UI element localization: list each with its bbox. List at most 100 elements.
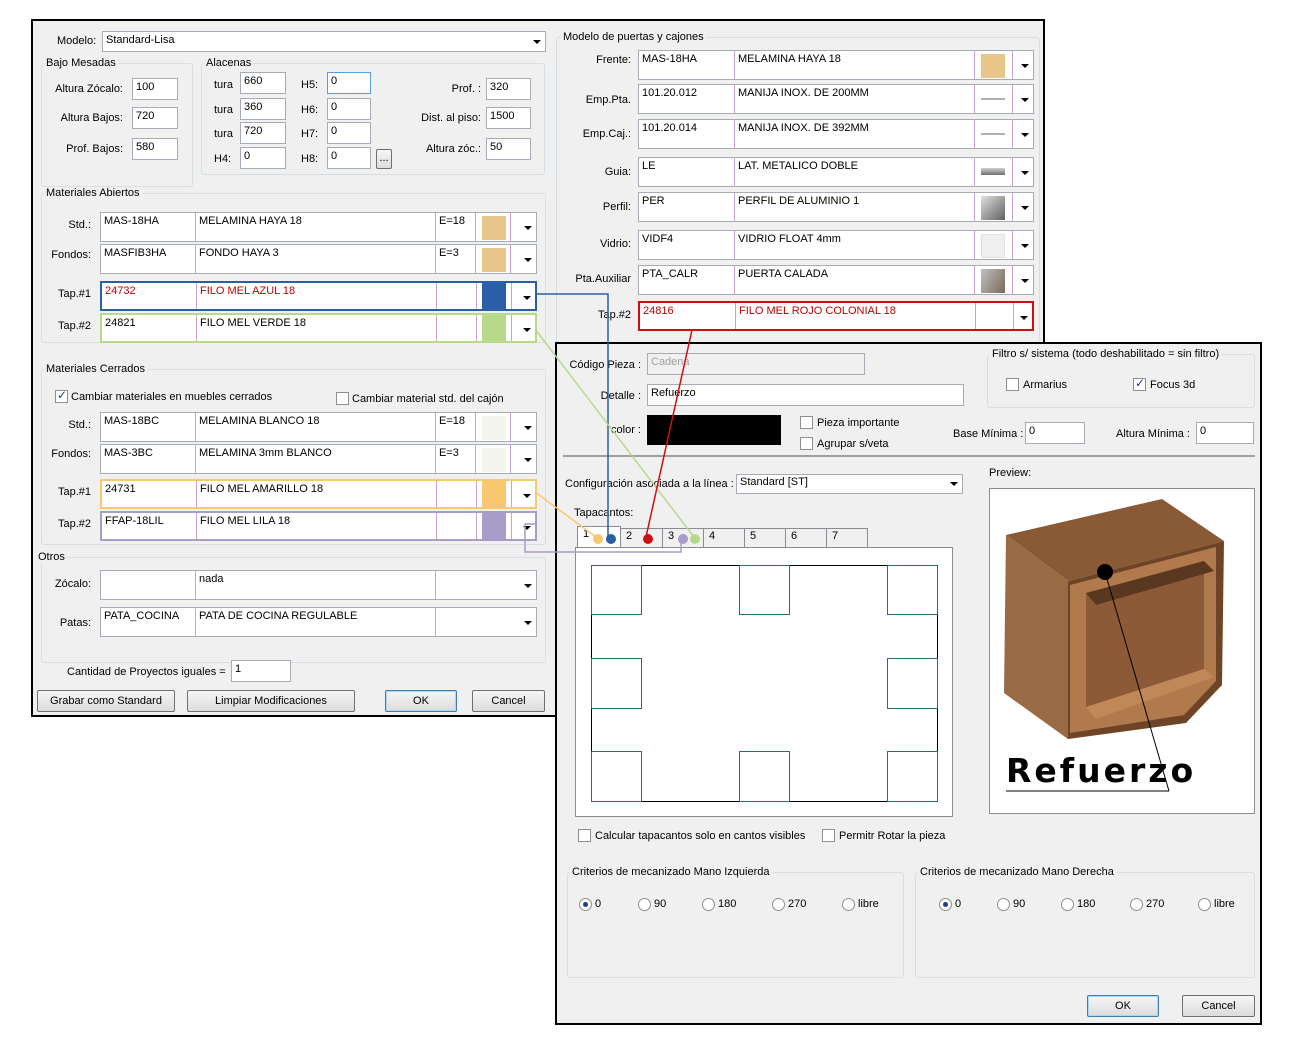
prof-input[interactable]: 320 <box>486 78 531 100</box>
detalle-input[interactable]: Refuerzo <box>647 384 964 406</box>
chevron-down-icon[interactable] <box>523 296 531 300</box>
h8-input[interactable]: 0 <box>327 147 371 169</box>
mano-izquierda-group: Criterios de mecanizado Mano Izquierda <box>567 866 904 978</box>
modelo-select[interactable]: Standard-Lisa <box>102 31 546 52</box>
tura1-input[interactable]: 660 <box>240 72 286 94</box>
tura2-input[interactable]: 360 <box>240 98 286 120</box>
abiertos-std-combo[interactable]: MAS-18HA MELAMINA HAYA 18 E=18 <box>100 212 537 242</box>
ok-button[interactable]: OK <box>385 690 457 712</box>
chevron-down-icon[interactable] <box>523 526 531 530</box>
izq-radio-libre[interactable] <box>842 898 855 911</box>
agrupar-checkbox[interactable] <box>800 437 813 450</box>
tab-5[interactable]: 5 <box>744 528 786 547</box>
calc-visible-checkbox[interactable] <box>578 829 591 842</box>
cerrados-tap1-combo[interactable]: 24731 FILO MEL AMARILLO 18 <box>100 479 537 509</box>
der-radio-180[interactable] <box>1061 898 1074 911</box>
abiertos-tap2-combo[interactable]: 24821 FILO MEL VERDE 18 <box>100 313 537 343</box>
permitir-rotar-checkbox[interactable] <box>822 829 835 842</box>
config-select[interactable]: Standard [ST] <box>736 474 963 494</box>
cerrados-std-combo[interactable]: MAS-18BC MELAMINA BLANCO 18 E=18 <box>100 412 537 442</box>
izq-radio-180[interactable] <box>702 898 715 911</box>
chevron-down-icon[interactable] <box>524 584 532 588</box>
codigo-pieza-input[interactable]: Cadena <box>647 353 865 375</box>
der-radio-libre[interactable] <box>1198 898 1211 911</box>
grabar-standard-button[interactable]: Grabar como Standard <box>37 690 175 712</box>
cambiar-cerrados-checkbox[interactable] <box>55 388 68 403</box>
emp-pta-combo[interactable]: 101.20.012 MANIJA INOX. DE 200MM <box>638 84 1034 114</box>
material-code: PER <box>639 193 735 221</box>
guia-combo[interactable]: LE LAT. METALICO DOBLE <box>638 157 1034 187</box>
h7-input[interactable]: 0 <box>327 122 371 144</box>
pieza-importante-checkbox[interactable] <box>800 416 813 429</box>
h6-input[interactable]: 0 <box>327 98 371 120</box>
cerrados-tap2-combo[interactable]: FFAP-18LIL FILO MEL LILA 18 <box>100 511 537 541</box>
blue-edge-dot <box>606 534 616 544</box>
chevron-down-icon[interactable] <box>1021 206 1029 210</box>
vidrio-label: Vidrio: <box>600 238 631 250</box>
abiertos-tap1-combo[interactable]: 24732 FILO MEL AZUL 18 <box>100 281 537 311</box>
abiertos-std-label: Std.: <box>68 219 91 231</box>
chevron-down-icon[interactable] <box>1021 133 1029 137</box>
chevron-down-icon[interactable] <box>524 458 532 462</box>
puertas-tap2-combo[interactable]: 24816 FILO MEL ROJO COLONIAL 18 <box>638 301 1034 331</box>
chevron-down-icon[interactable] <box>1021 98 1029 102</box>
chevron-down-icon[interactable] <box>524 258 532 262</box>
chevron-down-icon[interactable] <box>1020 316 1028 320</box>
base-minima-input[interactable]: 0 <box>1025 422 1085 444</box>
altura-bajos-input[interactable]: 720 <box>132 107 178 129</box>
piece-dialog: Código Pieza : Cadena Detalle : Refuerzo… <box>555 342 1262 1025</box>
izq-radio-270[interactable] <box>772 898 785 911</box>
pta-auxiliar-combo[interactable]: PTA_CALR PUERTA CALADA <box>638 265 1034 295</box>
izq-radio-90[interactable] <box>638 898 651 911</box>
frente-combo[interactable]: MAS-18HA MELAMINA HAYA 18 <box>638 50 1034 80</box>
cerrados-fondos-combo[interactable]: MAS-3BC MELAMINA 3mm BLANCO E=3 <box>100 444 537 474</box>
der-radio-90[interactable] <box>997 898 1010 911</box>
armarius-checkbox[interactable] <box>1006 378 1019 391</box>
izq-radio-0[interactable] <box>579 898 592 911</box>
cambiar-cajon-checkbox[interactable] <box>336 392 349 405</box>
chevron-down-icon[interactable] <box>524 621 532 625</box>
cancel-button[interactable]: Cancel <box>472 690 545 712</box>
emp-caj-combo[interactable]: 101.20.014 MANIJA INOX. DE 392MM <box>638 119 1034 149</box>
chevron-down-icon[interactable] <box>1021 244 1029 248</box>
der-radio-0[interactable] <box>939 898 952 911</box>
h4-input[interactable]: 0 <box>240 147 286 169</box>
chevron-down-icon[interactable] <box>1021 64 1029 68</box>
dist-piso-input[interactable]: 1500 <box>486 107 531 129</box>
altura-minima-input[interactable]: 0 <box>1196 422 1254 444</box>
h5-input[interactable]: 0 <box>327 72 371 94</box>
focus-3d-checkbox[interactable] <box>1133 376 1146 391</box>
h4-label: H4: <box>214 153 232 165</box>
chevron-down-icon[interactable] <box>533 40 541 44</box>
tab-2[interactable]: 2 <box>620 528 663 547</box>
vidrio-combo[interactable]: VIDF4 VIDRIO FLOAT 4mm <box>638 230 1034 260</box>
chevron-down-icon[interactable] <box>950 482 958 486</box>
abiertos-fondos-combo[interactable]: MASFIB3HA FONDO HAYA 3 E=3 <box>100 244 537 274</box>
chevron-down-icon[interactable] <box>523 494 531 498</box>
chevron-down-icon[interactable] <box>524 226 532 230</box>
chevron-down-icon[interactable] <box>1021 171 1029 175</box>
prof-bajos-input[interactable]: 580 <box>132 138 178 160</box>
altura-zocalo-input[interactable]: 100 <box>132 78 178 100</box>
chevron-down-icon[interactable] <box>523 328 531 332</box>
chevron-down-icon[interactable] <box>1021 279 1029 283</box>
zocalo-combo[interactable]: nada <box>100 570 537 600</box>
color-swatch[interactable] <box>647 415 781 445</box>
tab-6[interactable]: 6 <box>785 528 827 547</box>
tab-4[interactable]: 4 <box>703 528 745 547</box>
tab-label: 2 <box>626 530 633 542</box>
limpiar-modificaciones-button[interactable]: Limpiar Modificaciones <box>187 690 355 712</box>
piece-cancel-button[interactable]: Cancel <box>1182 995 1255 1017</box>
tab-7[interactable]: 7 <box>826 528 868 547</box>
material-code: 24731 <box>102 481 197 507</box>
piece-ok-button[interactable]: OK <box>1087 995 1159 1017</box>
cantidad-input[interactable]: 1 <box>231 660 291 682</box>
tura3-input[interactable]: 720 <box>240 122 286 144</box>
chevron-down-icon[interactable] <box>524 426 532 430</box>
perfil-combo[interactable]: PER PERFIL DE ALUMINIO 1 <box>638 192 1034 222</box>
alt-zoc-input[interactable]: 50 <box>486 138 531 160</box>
der-radio-270[interactable] <box>1130 898 1143 911</box>
patas-combo[interactable]: PATA_COCINA PATA DE COCINA REGULABLE <box>100 607 537 637</box>
more-button[interactable]: ... <box>376 149 392 169</box>
material-code: 24816 <box>640 303 736 329</box>
